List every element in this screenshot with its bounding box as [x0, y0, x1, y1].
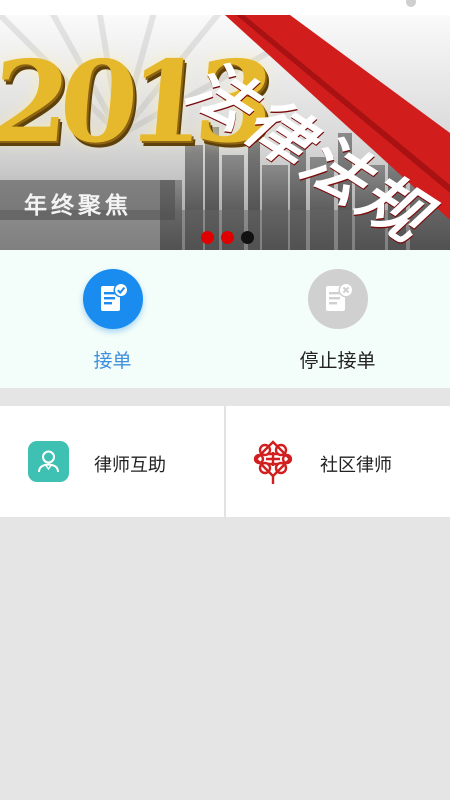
- carousel-dot[interactable]: [221, 231, 234, 244]
- community-lawyer-item[interactable]: 社区律师: [226, 406, 450, 517]
- chinese-knot-icon: [251, 439, 295, 485]
- lawyer-mutual-aid-label: 律师互助: [94, 455, 166, 476]
- lawyer-mutual-aid-item[interactable]: 律师互助: [0, 406, 224, 517]
- carousel-dot[interactable]: [241, 231, 254, 244]
- community-lawyer-label: 社区律师: [320, 455, 392, 476]
- lawyer-help-icon: [28, 441, 69, 482]
- banner-subtitle: 年终聚焦: [24, 193, 132, 219]
- banner-carousel[interactable]: 2013 法律法规 年终聚焦: [0, 15, 450, 250]
- clipboard-check-icon: [82, 269, 143, 329]
- stop-orders-label: 停止接单: [299, 350, 376, 372]
- order-actions-panel: 接单 停止接单: [0, 250, 450, 388]
- status-indicator: [406, 0, 416, 7]
- carousel-indicator[interactable]: [201, 231, 254, 245]
- stop-orders-button[interactable]: 停止接单: [225, 250, 450, 388]
- status-bar: [0, 0, 450, 15]
- clipboard-cancel-icon: [307, 269, 368, 329]
- accept-orders-label: 接单: [93, 350, 132, 372]
- services-grid: 律师互助 社区律师: [0, 406, 450, 517]
- accept-orders-button[interactable]: 接单: [0, 250, 225, 388]
- carousel-dot[interactable]: [201, 231, 214, 244]
